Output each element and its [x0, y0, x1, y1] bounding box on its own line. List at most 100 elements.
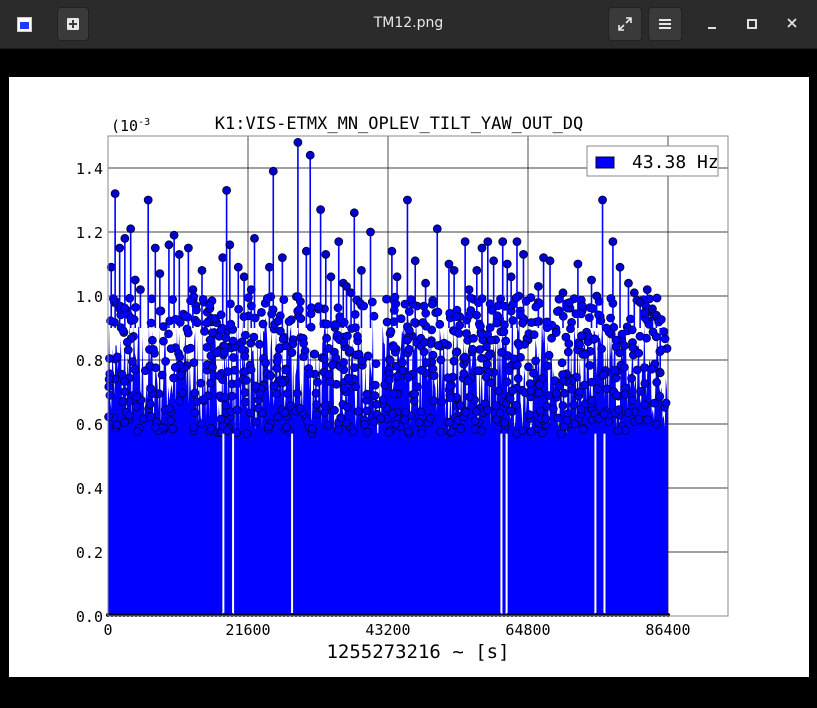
close-button[interactable]: [782, 14, 802, 34]
data-point: [330, 405, 339, 415]
data-point: [614, 405, 624, 415]
spike-peak: [642, 285, 652, 295]
spike-peak: [349, 208, 359, 218]
spike-peak: [615, 262, 625, 272]
y-multiplier-base: (10: [111, 117, 138, 135]
data-point: [151, 363, 161, 373]
data-point: [159, 322, 168, 331]
data-point: [294, 305, 304, 315]
data-point: [652, 293, 662, 303]
spike-peak: [651, 310, 661, 320]
data-point: [256, 307, 266, 317]
data-point: [553, 413, 563, 423]
data-point: [566, 324, 575, 334]
data-point: [166, 416, 176, 425]
data-point: [465, 392, 475, 402]
data-point: [206, 423, 216, 433]
data-point: [494, 386, 503, 396]
data-point: [404, 307, 414, 316]
data-point: [327, 360, 337, 370]
data-point: [564, 339, 574, 349]
data-point: [198, 294, 208, 304]
data-point: [454, 328, 464, 338]
data-point: [544, 350, 554, 360]
data-point: [471, 407, 481, 417]
data-point: [526, 386, 536, 396]
data-point: [445, 393, 455, 403]
minimize-button[interactable]: [702, 14, 722, 34]
data-point: [415, 417, 424, 427]
data-point: [227, 391, 237, 401]
data-point: [428, 364, 438, 374]
data-point: [208, 362, 217, 372]
data-point: [306, 322, 316, 332]
data-point: [232, 379, 242, 389]
data-point: [242, 429, 252, 439]
data-point: [492, 311, 502, 321]
fullscreen-button[interactable]: [608, 7, 642, 41]
spike-peak: [489, 256, 499, 266]
data-point: [577, 331, 586, 341]
data-point: [486, 335, 496, 345]
data-point: [118, 396, 128, 406]
spike-peak: [598, 195, 607, 205]
data-point: [525, 379, 535, 389]
data-point: [585, 360, 595, 370]
data-point: [353, 407, 363, 416]
data-point: [299, 339, 309, 348]
data-point: [416, 407, 426, 417]
menu-button[interactable]: [648, 7, 682, 41]
data-point: [221, 333, 231, 343]
data-point: [627, 373, 636, 383]
spike-peak: [174, 249, 184, 259]
data-point: [386, 327, 396, 336]
data-point: [400, 407, 410, 417]
data-point: [661, 398, 671, 408]
data-point: [610, 365, 620, 375]
data-point: [362, 389, 372, 399]
data-point: [437, 396, 447, 406]
y-tick-label: 1.0: [76, 288, 103, 306]
data-point: [117, 369, 127, 379]
spike-peak: [264, 262, 274, 272]
y-tick-label: 0.6: [76, 416, 103, 434]
data-point: [475, 322, 485, 331]
data-point: [404, 372, 413, 382]
spike-peak: [545, 256, 555, 266]
data-point: [228, 336, 238, 346]
spike-peak: [218, 253, 228, 263]
data-point: [205, 301, 215, 310]
data-point: [580, 380, 589, 390]
spike-peak: [301, 246, 311, 256]
data-point: [529, 368, 538, 378]
spike-peak: [587, 275, 596, 285]
data-point: [526, 427, 536, 437]
maximize-button[interactable]: [742, 14, 762, 34]
data-point: [384, 375, 394, 385]
data-point: [168, 295, 178, 304]
spike-peak: [506, 272, 516, 282]
spike-peak: [169, 230, 179, 240]
data-point: [447, 427, 457, 437]
data-point: [240, 351, 250, 361]
data-point: [404, 344, 414, 354]
spike-peak: [136, 285, 145, 295]
data-point: [272, 357, 282, 366]
data-point: [459, 369, 469, 379]
data-point: [513, 373, 523, 383]
data-point: [120, 417, 130, 427]
data-point: [249, 332, 259, 342]
data-point: [282, 389, 292, 399]
data-point: [147, 335, 157, 345]
image-viewport[interactable]: K1:VIS-ETMX_MN_OPLEV_TILT_YAW_OUT_DQ (10…: [0, 49, 817, 708]
data-point: [541, 414, 551, 424]
data-point: [145, 399, 155, 409]
data-point: [588, 304, 598, 313]
data-point: [640, 400, 650, 410]
data-point: [425, 413, 435, 423]
spike-peak: [110, 189, 120, 198]
data-point: [192, 318, 202, 328]
data-point: [350, 309, 360, 319]
data-point: [563, 347, 573, 357]
data-point: [501, 336, 511, 346]
